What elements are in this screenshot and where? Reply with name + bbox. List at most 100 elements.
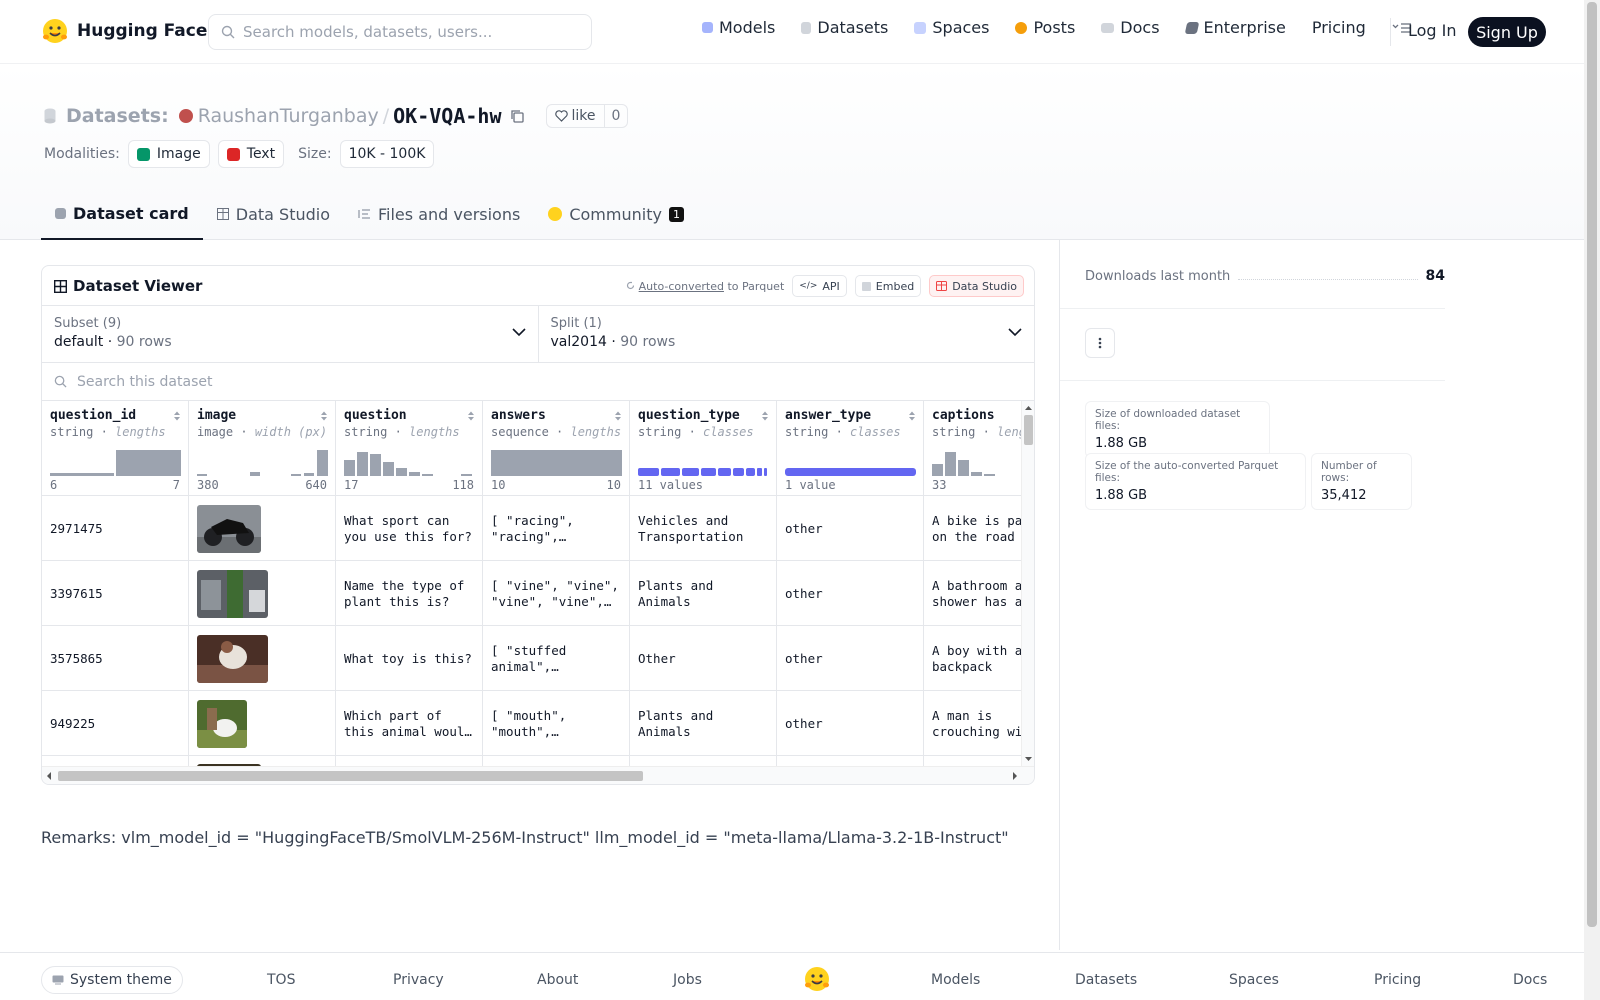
tab-files-label: Files and versions bbox=[378, 204, 521, 224]
sort-icon[interactable] bbox=[908, 410, 916, 422]
footer-datasets-link[interactable]: Datasets bbox=[1075, 972, 1137, 988]
table-row[interactable]: 3575865 What toy is this? [ "stuffed ani… bbox=[42, 626, 1023, 691]
page-scroll-thumb[interactable] bbox=[1587, 2, 1597, 927]
repo-name[interactable]: OK-VQA-hw bbox=[393, 104, 501, 128]
split-select[interactable]: Split (1) val2014 · 90 rows bbox=[539, 306, 1035, 362]
column-type-line: sequence · lengths bbox=[491, 425, 622, 439]
tab-files-and-versions[interactable]: Files and versions bbox=[344, 188, 534, 240]
dataset-search[interactable]: Search this dataset bbox=[42, 363, 1034, 401]
sort-icon[interactable] bbox=[467, 410, 475, 422]
sort-icon[interactable] bbox=[173, 410, 181, 422]
nav-pricing[interactable]: Pricing bbox=[1312, 18, 1366, 37]
hugging-face-logo-icon[interactable] bbox=[803, 965, 831, 993]
sort-icon[interactable] bbox=[614, 410, 622, 422]
split-label: Split (1) bbox=[550, 316, 602, 331]
viewer-toolbar: Auto-converted to Parquet </> API Embed … bbox=[626, 275, 1024, 297]
footer-spaces-link[interactable]: Spaces bbox=[1229, 972, 1279, 988]
cell-image[interactable] bbox=[189, 561, 336, 626]
more-options-button[interactable] bbox=[1085, 328, 1115, 358]
column-header-question-type[interactable]: question_type string · classes 11 values bbox=[630, 401, 777, 496]
size-label: Size: bbox=[298, 146, 332, 162]
nav-enterprise[interactable]: Enterprise bbox=[1184, 18, 1286, 37]
nav-models[interactable]: Models bbox=[702, 18, 775, 37]
theme-toggle[interactable]: System theme bbox=[41, 966, 183, 994]
database-icon bbox=[44, 108, 56, 124]
tab-dataset-card[interactable]: Dataset card bbox=[41, 188, 203, 240]
boy-with-bear-thumbnail[interactable] bbox=[197, 634, 268, 683]
hugging-face-logo-icon bbox=[43, 19, 67, 43]
scroll-right-icon[interactable] bbox=[1010, 767, 1020, 785]
scroll-up-icon[interactable] bbox=[1022, 403, 1035, 413]
column-stat: lengths bbox=[570, 425, 622, 439]
data-studio-button[interactable]: Data Studio bbox=[929, 275, 1024, 297]
histogram-bar bbox=[250, 472, 260, 476]
cell-image[interactable] bbox=[189, 756, 336, 766]
cell-text: 3397615 bbox=[50, 585, 103, 601]
search-input[interactable]: Search models, datasets, users... bbox=[243, 23, 492, 41]
table-vertical-scrollbar[interactable] bbox=[1021, 401, 1034, 766]
global-search[interactable]: Search models, datasets, users... bbox=[208, 14, 592, 50]
downloads-label: Downloads last month bbox=[1085, 268, 1231, 284]
modality-text-tag[interactable]: Text bbox=[217, 140, 285, 168]
auto-converted-link[interactable]: Auto-converted bbox=[639, 280, 724, 293]
login-link[interactable]: Log In bbox=[1408, 21, 1457, 40]
cell-image[interactable] bbox=[189, 691, 336, 756]
modality-image-tag[interactable]: Image bbox=[127, 140, 210, 168]
nav-docs[interactable]: Docs bbox=[1101, 18, 1160, 37]
footer-about-link[interactable]: About bbox=[537, 972, 578, 988]
sort-icon[interactable] bbox=[761, 410, 769, 422]
embed-button[interactable]: Embed bbox=[854, 275, 922, 297]
brand[interactable]: Hugging Face bbox=[41, 17, 207, 45]
breadcrumb-section[interactable]: Datasets: bbox=[66, 105, 169, 127]
heart-icon bbox=[554, 110, 568, 122]
scroll-thumb[interactable] bbox=[58, 771, 643, 781]
tab-community[interactable]: Community 1 bbox=[534, 188, 698, 240]
footer-docs-link[interactable]: Docs bbox=[1513, 972, 1547, 988]
table-row[interactable]: 949225 Which part of this animal would b… bbox=[42, 691, 1023, 756]
footer-models-link[interactable]: Models bbox=[931, 972, 980, 988]
footer-privacy-link[interactable]: Privacy bbox=[393, 972, 444, 988]
nav-posts[interactable]: Posts bbox=[1015, 18, 1075, 37]
nav-datasets[interactable]: Datasets bbox=[801, 18, 888, 37]
motorcycle-thumbnail[interactable] bbox=[197, 504, 261, 553]
sort-icon[interactable] bbox=[320, 410, 328, 422]
column-header-question[interactable]: question string · lengths 17 118 bbox=[336, 401, 483, 496]
like-button[interactable]: like 0 bbox=[545, 104, 629, 128]
cell-image[interactable] bbox=[189, 626, 336, 691]
footer-jobs-link[interactable]: Jobs bbox=[673, 972, 702, 988]
column-name: answer_type bbox=[785, 408, 872, 423]
tab-data-studio[interactable]: Data Studio bbox=[203, 188, 344, 240]
bathroom-thumbnail[interactable] bbox=[197, 569, 268, 618]
copy-icon[interactable] bbox=[510, 109, 524, 123]
subset-select[interactable]: Subset (9) default · 90 rows bbox=[42, 306, 539, 362]
column-header-question-id[interactable]: question_id string · lengths 67 bbox=[42, 401, 189, 496]
man-with-dog-thumbnail[interactable] bbox=[197, 699, 247, 748]
scroll-left-icon[interactable] bbox=[44, 767, 54, 785]
histogram-bar bbox=[984, 474, 995, 476]
footer-tos-link[interactable]: TOS bbox=[267, 972, 295, 988]
dataset-search-input[interactable]: Search this dataset bbox=[77, 374, 212, 390]
like-button-left: like bbox=[547, 105, 605, 127]
page-scrollbar[interactable] bbox=[1584, 0, 1600, 1000]
table-row[interactable] bbox=[42, 756, 1023, 766]
column-name: question_type bbox=[638, 408, 740, 423]
cell-text: 3575865 bbox=[50, 650, 103, 666]
column-header-captions[interactable]: captions string · lengths 33 bbox=[924, 401, 1023, 496]
scroll-down-icon[interactable] bbox=[1022, 754, 1035, 764]
api-button[interactable]: </> API bbox=[792, 275, 847, 297]
table-horizontal-scrollbar[interactable] bbox=[42, 766, 1034, 784]
column-header-answer-type[interactable]: answer_type string · classes 1 value bbox=[777, 401, 924, 496]
table-row[interactable]: 2971475 What sport can you use this for?… bbox=[42, 496, 1023, 561]
scroll-thumb[interactable] bbox=[1024, 415, 1033, 445]
column-header-image[interactable]: image image · width (px) 380 640 bbox=[189, 401, 336, 496]
column-header-answers[interactable]: answers sequence · lengths 10 10 bbox=[483, 401, 630, 496]
signup-button[interactable]: Sign Up bbox=[1468, 17, 1546, 47]
subset-label: Subset (9) bbox=[54, 316, 122, 331]
table-row[interactable]: 3397615 Name the type of plant this is? … bbox=[42, 561, 1023, 626]
size-tag[interactable]: 10K - 100K bbox=[339, 140, 435, 168]
footer-pricing-link[interactable]: Pricing bbox=[1374, 972, 1421, 988]
cell-answer-type: other bbox=[777, 496, 924, 561]
nav-spaces[interactable]: Spaces bbox=[914, 18, 989, 37]
cell-image[interactable] bbox=[189, 496, 336, 561]
repo-owner-link[interactable]: RaushanTurganbay bbox=[198, 105, 379, 127]
